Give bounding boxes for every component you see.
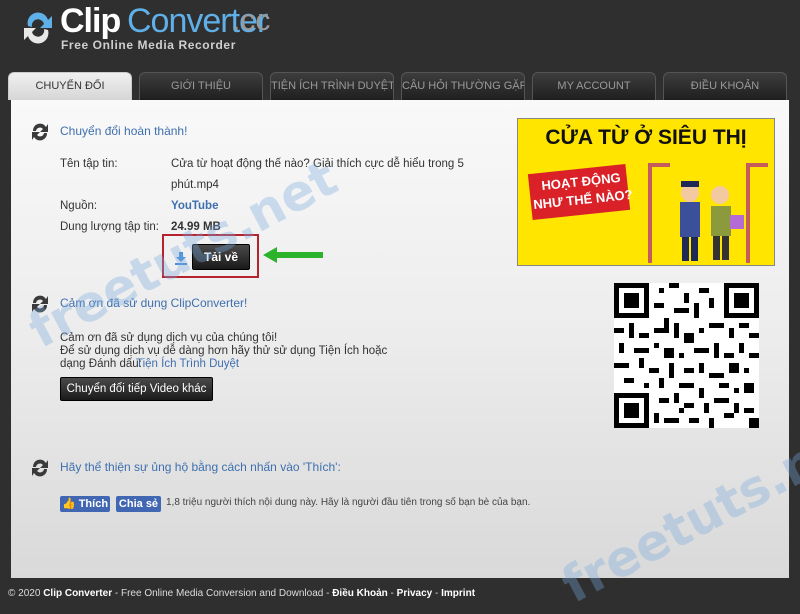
ad-illustration [648, 163, 768, 263]
site-footer: © 2020 Clip Converter - Free Online Medi… [8, 588, 475, 599]
tab-cau-hoi-thuong-gap[interactable]: CÂU HỎI THƯỜNG GẶP [401, 72, 525, 100]
advertisement-banner[interactable]: CỬA TỪ Ở SIÊU THỊ HOẠT ĐỘNG NHƯ THẾ NÀO? [517, 118, 775, 266]
thanks-line3-prefix: dạng Đánh dấu: [60, 358, 142, 370]
tab-chuyen-doi[interactable]: CHUYỂN ĐỔI [8, 72, 132, 100]
source-label: Nguồn: [60, 200, 98, 212]
tab-tien-ich-trinh-duyet[interactable]: TIỆN ÍCH TRÌNH DUYỆT [270, 72, 394, 100]
arrow-pointer-icon [263, 247, 323, 263]
tab-my-account[interactable]: MY ACCOUNT [532, 72, 656, 100]
thanks-line2: Để sử dụng dịch vụ dễ dàng hơn hãy thử s… [60, 345, 388, 357]
watermark-right: freetuts.net [552, 403, 800, 614]
footer-copyright: © 2020 [8, 588, 41, 599]
footer-terms-link[interactable]: Điều Khoản [332, 588, 388, 599]
logo-clip-text[interactable]: Clip [60, 2, 121, 41]
tab-gioi-thieu[interactable]: GIỚI THIỆU [139, 72, 263, 100]
footer-imprint-link[interactable]: Imprint [441, 588, 475, 599]
sync-icon [32, 123, 48, 141]
support-title: Hãy thể thiện sự ủng hộ bằng cách nhấn v… [60, 460, 341, 474]
main-panel: Chuyển đổi hoàn thành! Tên tập tin: Cửa … [11, 100, 800, 614]
filename-value-line2: phút.mp4 [171, 179, 219, 191]
qr-code [614, 283, 759, 428]
sync-icon [32, 459, 48, 477]
browser-extension-link[interactable]: Tiện Ích Trình Duyệt [136, 358, 239, 370]
filesize-label: Dung lượng tập tin: [60, 221, 159, 233]
filename-label: Tên tập tin: [60, 158, 118, 170]
footer-separator: - [432, 588, 442, 599]
facebook-share-button[interactable]: Chia sẻ [116, 496, 161, 512]
logo-cc-text: .cc [232, 4, 271, 37]
logo-tagline: Free Online Media Recorder [61, 38, 236, 52]
footer-privacy-link[interactable]: Privacy [397, 588, 433, 599]
tab-dieu-khoan[interactable]: ĐIỀU KHOẢN [663, 72, 787, 100]
facebook-like-button[interactable]: 👍 Thích [60, 496, 110, 512]
facebook-like-count-text: 1,8 triệu người thích nội dung này. Hãy … [166, 497, 531, 508]
logo-sync-icon [24, 12, 52, 44]
ad-title: CỬA TỪ Ở SIÊU THỊ [545, 126, 747, 149]
footer-brand: Clip Converter [43, 588, 113, 599]
site-header: Clip Converter .cc Free Online Media Rec… [0, 0, 800, 70]
like-label: Thích [78, 498, 109, 510]
conversion-complete-title: Chuyển đổi hoàn thành! [60, 124, 188, 138]
footer-separator: - [387, 588, 397, 599]
convert-again-button[interactable]: Chuyển đổi tiếp Video khác [60, 377, 213, 401]
footer-description: - Free Online Media Conversion and Downl… [112, 588, 333, 599]
main-nav: CHUYỂN ĐỔI GIỚI THIỆU TIỆN ÍCH TRÌNH DUY… [8, 72, 792, 100]
thumbs-up-icon: 👍 [61, 498, 76, 510]
